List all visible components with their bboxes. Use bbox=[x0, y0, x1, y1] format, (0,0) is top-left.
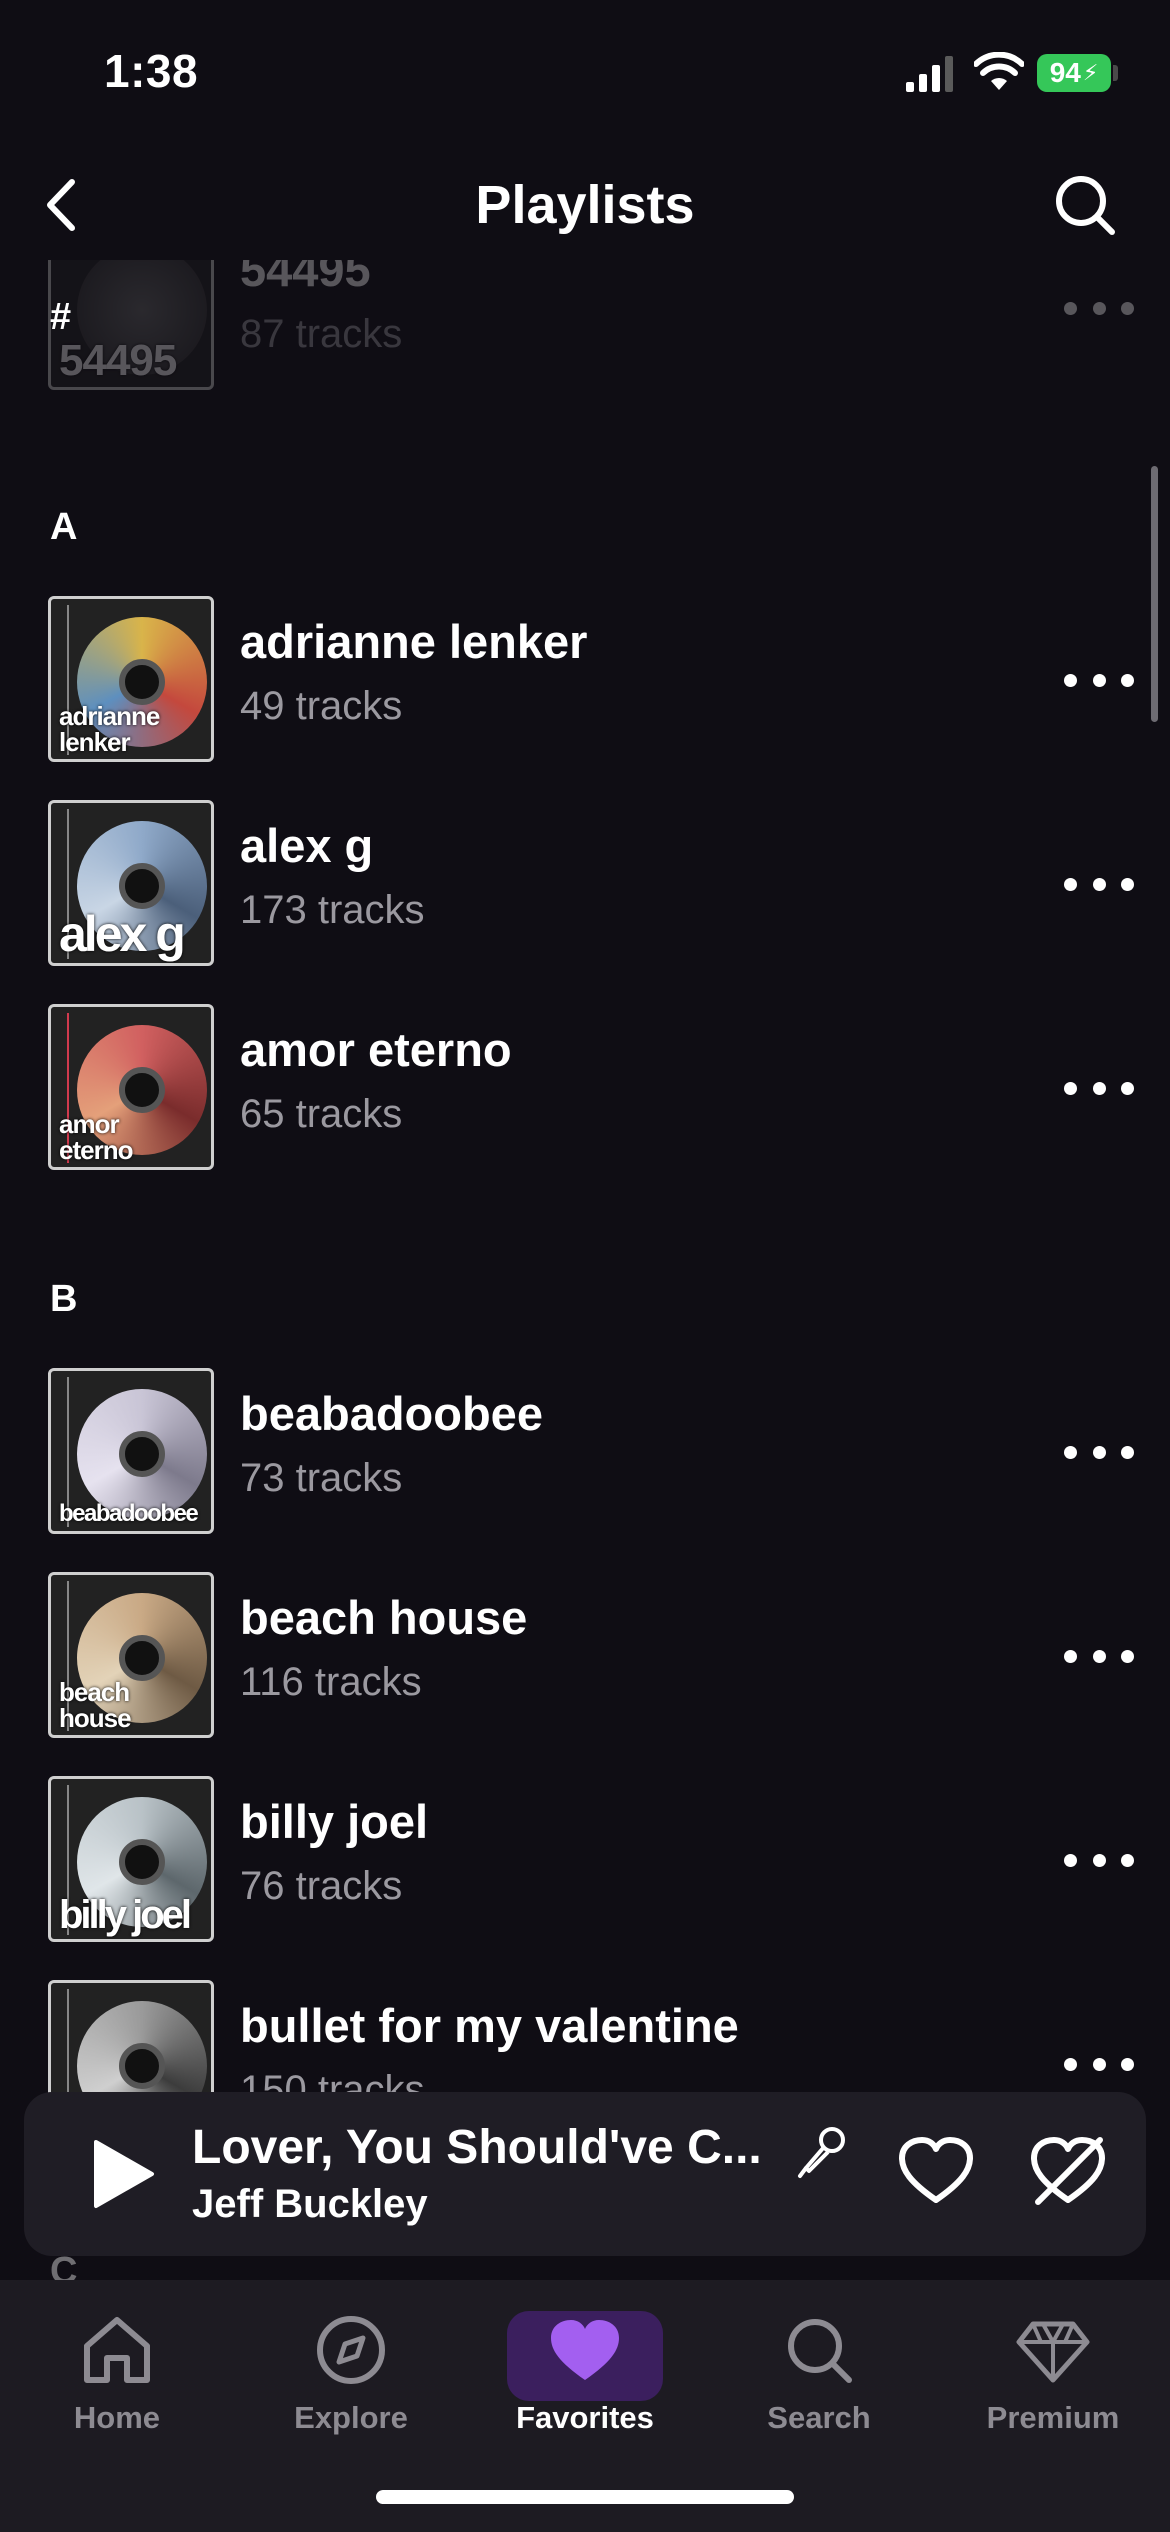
cellular-signal-icon bbox=[906, 56, 953, 92]
playlist-name: 54495 bbox=[240, 260, 371, 296]
heart-icon bbox=[551, 2320, 619, 2380]
cover-text: alex g bbox=[59, 906, 186, 962]
playlist-row[interactable]: 54495 54495 87 tracks bbox=[0, 260, 1170, 394]
more-options-button[interactable] bbox=[1064, 1076, 1134, 1100]
cover-text: amor eterno bbox=[59, 1109, 133, 1165]
playlist-row[interactable]: beabadoobee beabadoobee 73 tracks bbox=[0, 1368, 1170, 1538]
home-icon bbox=[84, 2317, 150, 2383]
section-header: B bbox=[50, 1278, 78, 1320]
battery-indicator: 94 ⚡ bbox=[1037, 54, 1111, 92]
playlist-name: beabadoobee bbox=[240, 1387, 543, 1440]
cover-text: billy joel bbox=[59, 1893, 192, 1937]
playlist-cover: 54495 bbox=[48, 260, 214, 390]
play-button[interactable] bbox=[80, 2134, 160, 2214]
now-playing-artist: Jeff Buckley bbox=[192, 2182, 428, 2226]
playlist-cover: alex g bbox=[48, 800, 214, 966]
tab-home[interactable]: Home bbox=[0, 2300, 234, 2440]
playlist-name: alex g bbox=[240, 819, 374, 872]
cover-text: beach house bbox=[59, 1677, 132, 1733]
tab-label: Explore bbox=[294, 2400, 408, 2435]
playlist-row[interactable]: adrianne lenker adrianne lenker 49 track… bbox=[0, 596, 1170, 766]
tab-explore[interactable]: Explore bbox=[234, 2300, 468, 2440]
dislike-heart-icon[interactable] bbox=[1028, 2132, 1108, 2212]
playlist-track-count: 73 tracks bbox=[240, 1456, 403, 1500]
wifi-icon bbox=[974, 52, 1024, 90]
page-title: Playlists bbox=[475, 175, 695, 235]
more-options-button[interactable] bbox=[1064, 1644, 1134, 1668]
mini-player[interactable]: Lover, You Should've C... Jeff Buckley bbox=[24, 2092, 1146, 2256]
header: Playlists bbox=[0, 150, 1170, 260]
playlist-cover: amor eterno bbox=[48, 1004, 214, 1170]
playlist-track-count: 87 tracks bbox=[240, 312, 403, 356]
playlist-list: 54495 54495 87 tracks # A adrianne lenke… bbox=[0, 260, 1170, 2280]
cover-text: adrianne lenker bbox=[59, 701, 160, 757]
playlist-row[interactable]: amor eterno amor eterno 65 tracks bbox=[0, 1004, 1170, 1174]
like-heart-icon[interactable] bbox=[896, 2132, 976, 2212]
playlist-track-count: 65 tracks bbox=[240, 1092, 403, 1136]
tab-label: Search bbox=[767, 2400, 871, 2435]
diamond-icon bbox=[1016, 2321, 1090, 2383]
more-options-button[interactable] bbox=[1064, 2052, 1134, 2076]
home-indicator[interactable] bbox=[376, 2490, 794, 2504]
playlist-cover: adrianne lenker bbox=[48, 596, 214, 762]
playlist-cover: beach house bbox=[48, 1572, 214, 1738]
tab-favorites[interactable]: Favorites bbox=[468, 2300, 702, 2440]
more-options-button[interactable] bbox=[1064, 296, 1134, 320]
tab-label: Home bbox=[73, 2400, 161, 2435]
playlist-row[interactable]: billy joel billy joel 76 tracks bbox=[0, 1776, 1170, 1946]
section-header: # bbox=[50, 296, 72, 338]
more-options-button[interactable] bbox=[1064, 1848, 1134, 1872]
playlist-name: billy joel bbox=[240, 1795, 429, 1848]
playlist-name: beach house bbox=[240, 1591, 528, 1644]
more-options-button[interactable] bbox=[1064, 668, 1134, 692]
more-options-button[interactable] bbox=[1064, 872, 1134, 896]
playlist-name: amor eterno bbox=[240, 1023, 512, 1076]
status-time: 1:38 bbox=[104, 45, 199, 97]
playlist-cover: beabadoobee bbox=[48, 1368, 214, 1534]
tab-search[interactable]: Search bbox=[702, 2300, 936, 2440]
playlist-name: bullet for my valentine bbox=[240, 1999, 739, 2052]
playlist-cover: billy joel bbox=[48, 1776, 214, 1942]
lyrics-mic-icon[interactable] bbox=[794, 2122, 854, 2182]
status-bar: 1:38 94 ⚡ bbox=[0, 0, 1170, 150]
playlist-track-count: 49 tracks bbox=[240, 684, 403, 728]
playlist-row[interactable]: alex g alex g 173 tracks bbox=[0, 800, 1170, 970]
search-button[interactable] bbox=[1050, 170, 1120, 240]
playlist-name: adrianne lenker bbox=[240, 615, 588, 668]
battery-nub bbox=[1113, 65, 1118, 81]
playlist-track-count: 76 tracks bbox=[240, 1864, 403, 1908]
tab-label: Favorites bbox=[516, 2400, 654, 2435]
section-header: A bbox=[50, 506, 78, 548]
compass-icon bbox=[317, 2316, 385, 2384]
charging-bolt-icon: ⚡ bbox=[1082, 60, 1099, 85]
playlist-row[interactable]: beach house beach house 116 tracks bbox=[0, 1572, 1170, 1742]
cover-text: 54495 bbox=[59, 336, 177, 385]
tab-premium[interactable]: Premium bbox=[936, 2300, 1170, 2440]
playlist-track-count: 116 tracks bbox=[240, 1660, 422, 1704]
tab-label: Premium bbox=[986, 2400, 1120, 2435]
now-playing-title: Lover, You Should've C... bbox=[192, 2121, 762, 2174]
scroll-indicator[interactable] bbox=[1151, 466, 1158, 722]
search-icon bbox=[788, 2319, 852, 2383]
cover-text: beabadoobee bbox=[59, 1500, 199, 1527]
more-options-button[interactable] bbox=[1064, 1440, 1134, 1464]
playlist-track-count: 173 tracks bbox=[240, 888, 425, 932]
battery-level: 94 bbox=[1049, 57, 1081, 88]
